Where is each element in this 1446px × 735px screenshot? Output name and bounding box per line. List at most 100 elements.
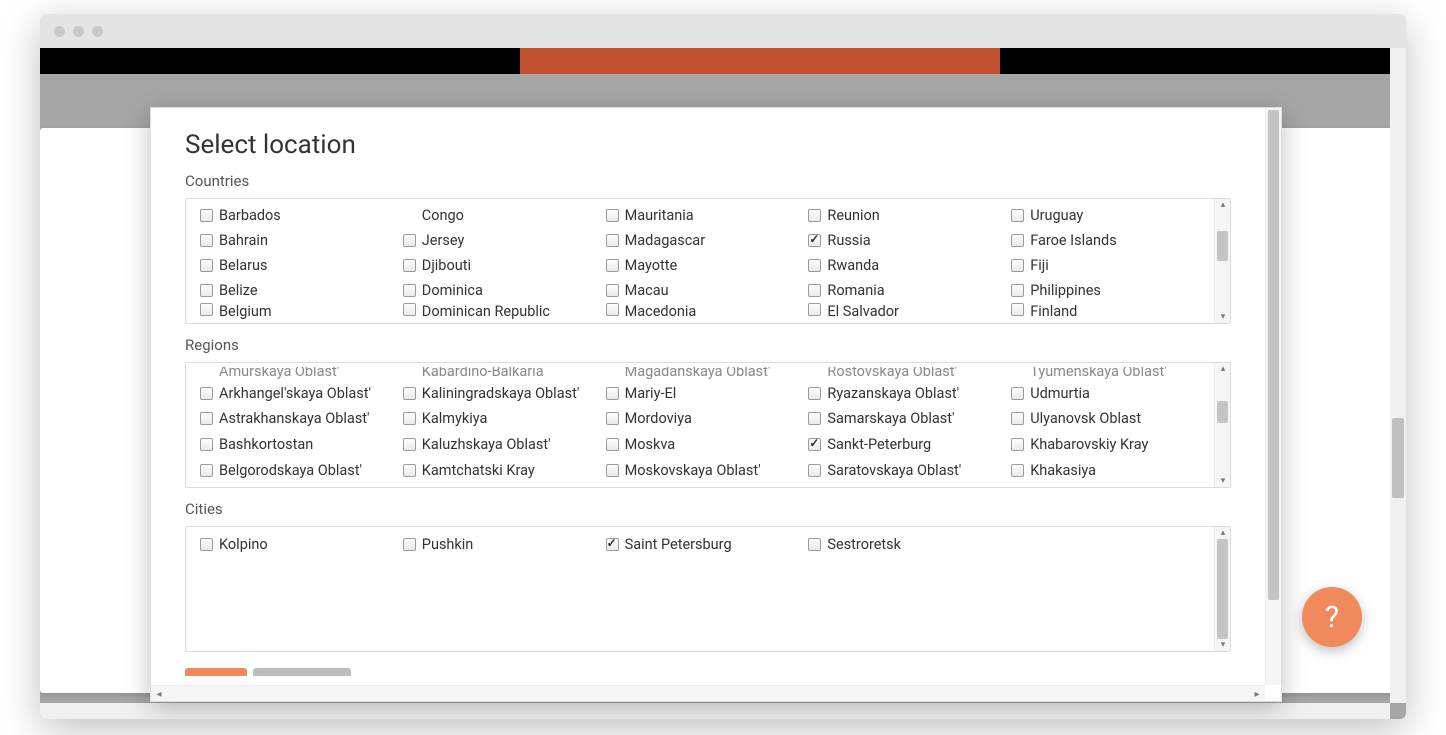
page-scrollbar-thumb[interactable] — [1392, 418, 1404, 498]
countries-item-rwanda[interactable]: Rwanda — [808, 253, 1011, 278]
regions-checkbox-bashkortostan[interactable] — [200, 438, 213, 451]
regions-checkbox-ryazanskaya-oblast[interactable] — [808, 387, 821, 400]
regions-item-kalmykiya[interactable]: Kalmykiya — [403, 406, 606, 432]
countries-checkbox-finland[interactable] — [1011, 303, 1024, 316]
help-fab[interactable]: ? — [1302, 587, 1362, 647]
countries-checkbox-barbados[interactable] — [200, 209, 213, 222]
cities-item-kolpino[interactable]: Kolpino — [200, 531, 403, 558]
regions-item-mordoviya[interactable]: Mordoviya — [606, 406, 809, 432]
cities-scrollbar[interactable]: ▴ ▾ — [1214, 527, 1230, 651]
regions-item-udmurtia[interactable]: Udmurtia — [1011, 380, 1214, 406]
countries-scroll-thumb[interactable] — [1217, 231, 1228, 261]
countries-item-belarus[interactable]: Belarus — [200, 253, 403, 278]
countries-item-uruguay[interactable]: Uruguay — [1011, 203, 1214, 228]
countries-checkbox-dominica[interactable] — [403, 284, 416, 297]
regions-checkbox-saratovskaya-oblast[interactable] — [808, 464, 821, 477]
countries-checkbox-djibouti[interactable] — [403, 259, 416, 272]
regions-checkbox-arkhangel-skaya-oblast[interactable] — [200, 387, 213, 400]
countries-checkbox-mauritania[interactable] — [606, 209, 619, 222]
countries-item-russia[interactable]: Russia — [808, 228, 1011, 253]
countries-item-belgium[interactable]: Belgium — [200, 303, 403, 319]
regions-item-ryazanskaya-oblast[interactable]: Ryazanskaya Oblast' — [808, 380, 1011, 406]
regions-item-belgorodskaya-oblast[interactable]: Belgorodskaya Oblast' — [200, 457, 403, 483]
regions-checkbox-samarskaya-oblast[interactable] — [808, 412, 821, 425]
countries-checkbox-faroe-islands[interactable] — [1011, 234, 1024, 247]
regions-item-sankt-peterburg[interactable]: Sankt-Peterburg — [808, 432, 1011, 458]
countries-checkbox-romania[interactable] — [808, 284, 821, 297]
regions-item-mariy-el[interactable]: Mariy-El — [606, 380, 809, 406]
scroll-up-icon[interactable]: ▴ — [1215, 199, 1231, 211]
countries-item-jersey[interactable]: Jersey — [403, 228, 606, 253]
regions-item-rostovskaya-oblast[interactable]: Rostovskaya Oblast' — [808, 367, 1011, 380]
cities-item-sestroretsk[interactable]: Sestroretsk — [808, 531, 1011, 558]
modal-scroll-thumb[interactable] — [1268, 110, 1279, 600]
scroll-down-icon[interactable]: ▾ — [1215, 475, 1231, 487]
regions-item-tyumenskaya-oblast[interactable]: Tyumenskaya Oblast' — [1011, 367, 1214, 380]
modal-scrollbar-horizontal[interactable]: ◂ ▸ — [151, 685, 1265, 701]
regions-checkbox-kamtchatski-kray[interactable] — [403, 464, 416, 477]
countries-checkbox-belize[interactable] — [200, 284, 213, 297]
regions-item-kamtchatski-kray[interactable]: Kamtchatski Kray — [403, 457, 606, 483]
regions-checkbox-kalmykiya[interactable] — [403, 412, 416, 425]
page-scrollbar-horizontal[interactable] — [40, 703, 1390, 719]
countries-item-fiji[interactable]: Fiji — [1011, 253, 1214, 278]
regions-item-arkhangel-skaya-oblast[interactable]: Arkhangel'skaya Oblast' — [200, 380, 403, 406]
cities-item-saint-petersburg[interactable]: Saint Petersburg — [606, 531, 809, 558]
regions-item-samarskaya-oblast[interactable]: Samarskaya Oblast' — [808, 406, 1011, 432]
regions-checkbox-ulyanovsk-oblast[interactable] — [1011, 412, 1024, 425]
cities-checkbox-pushkin[interactable] — [403, 538, 416, 551]
countries-checkbox-uruguay[interactable] — [1011, 209, 1024, 222]
countries-item-dominican-republic[interactable]: Dominican Republic — [403, 303, 606, 319]
regions-item-kaluzhskaya-oblast[interactable]: Kaluzhskaya Oblast' — [403, 432, 606, 458]
countries-item-reunion[interactable]: Reunion — [808, 203, 1011, 228]
countries-item-macau[interactable]: Macau — [606, 278, 809, 303]
regions-item-khabarovskiy-kray[interactable]: Khabarovskiy Kray — [1011, 432, 1214, 458]
regions-item-amurskaya-oblast[interactable]: Amurskaya Oblast' — [200, 367, 403, 380]
regions-checkbox-astrakhanskaya-oblast[interactable] — [200, 412, 213, 425]
countries-checkbox-macau[interactable] — [606, 284, 619, 297]
regions-item-ulyanovsk-oblast[interactable]: Ulyanovsk Oblast — [1011, 406, 1214, 432]
countries-item-congo[interactable]: Congo — [403, 203, 606, 228]
scroll-up-icon[interactable]: ▴ — [1215, 527, 1231, 539]
countries-checkbox-belgium[interactable] — [200, 303, 213, 316]
regions-checkbox-moskovskaya-oblast[interactable] — [606, 464, 619, 477]
regions-listbox-inner[interactable]: Amurskaya Oblast'Arkhangel'skaya Oblast'… — [186, 363, 1214, 487]
countries-checkbox-macedonia[interactable] — [606, 303, 619, 316]
countries-item-macedonia[interactable]: Macedonia — [606, 303, 809, 319]
countries-checkbox-rwanda[interactable] — [808, 259, 821, 272]
scroll-down-icon[interactable]: ▾ — [1215, 639, 1231, 651]
window-close-dot[interactable] — [54, 26, 65, 37]
scroll-left-icon[interactable]: ◂ — [151, 686, 167, 702]
regions-item-kabardino-balkaria[interactable]: Kabardino-Balkaria — [403, 367, 606, 380]
regions-item-saratovskaya-oblast[interactable]: Saratovskaya Oblast' — [808, 457, 1011, 483]
regions-checkbox-kaliningradskaya-oblast[interactable] — [403, 387, 416, 400]
regions-checkbox-kaluzhskaya-oblast[interactable] — [403, 438, 416, 451]
regions-item-astrakhanskaya-oblast[interactable]: Astrakhanskaya Oblast' — [200, 406, 403, 432]
scroll-right-icon[interactable]: ▸ — [1249, 686, 1265, 702]
regions-checkbox-belgorodskaya-oblast[interactable] — [200, 464, 213, 477]
regions-item-magadanskaya-oblast[interactable]: Magadanskaya Oblast' — [606, 367, 809, 380]
countries-checkbox-philippines[interactable] — [1011, 284, 1024, 297]
regions-item-bashkortostan[interactable]: Bashkortostan — [200, 432, 403, 458]
cities-listbox-inner[interactable]: KolpinoPushkinSaint PetersburgSestrorets… — [186, 527, 1214, 651]
cities-checkbox-saint-petersburg[interactable] — [606, 538, 619, 551]
regions-checkbox-mordoviya[interactable] — [606, 412, 619, 425]
regions-scrollbar[interactable]: ▴ ▾ — [1214, 363, 1230, 487]
cities-scroll-thumb[interactable] — [1217, 539, 1228, 639]
countries-item-djibouti[interactable]: Djibouti — [403, 253, 606, 278]
countries-item-romania[interactable]: Romania — [808, 278, 1011, 303]
cities-checkbox-kolpino[interactable] — [200, 538, 213, 551]
countries-checkbox-mayotte[interactable] — [606, 259, 619, 272]
countries-item-philippines[interactable]: Philippines — [1011, 278, 1214, 303]
regions-item-moskva[interactable]: Moskva — [606, 432, 809, 458]
countries-checkbox-reunion[interactable] — [808, 209, 821, 222]
countries-item-faroe-islands[interactable]: Faroe Islands — [1011, 228, 1214, 253]
regions-checkbox-mariy-el[interactable] — [606, 387, 619, 400]
countries-scrollbar[interactable]: ▴ ▾ — [1214, 199, 1230, 323]
countries-item-dominica[interactable]: Dominica — [403, 278, 606, 303]
scroll-down-icon[interactable]: ▾ — [1215, 311, 1231, 323]
countries-checkbox-el-salvador[interactable] — [808, 303, 821, 316]
secondary-button[interactable] — [253, 668, 351, 676]
countries-item-bahrain[interactable]: Bahrain — [200, 228, 403, 253]
countries-item-madagascar[interactable]: Madagascar — [606, 228, 809, 253]
